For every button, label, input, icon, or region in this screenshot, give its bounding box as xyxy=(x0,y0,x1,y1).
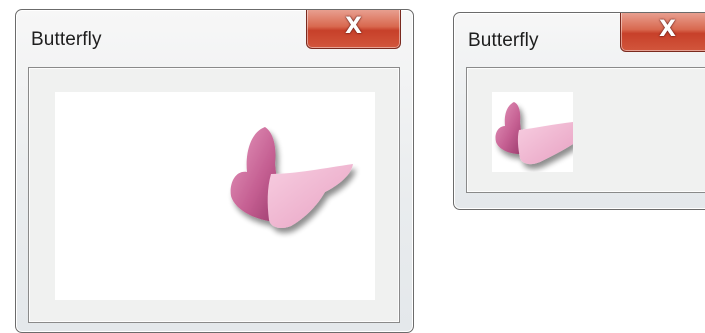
butterfly-image xyxy=(230,127,353,228)
butterfly-window-large: Butterfly X xyxy=(15,9,414,333)
image-panel xyxy=(492,92,573,172)
close-icon: X xyxy=(345,14,362,39)
close-icon: X xyxy=(659,17,676,42)
client-area xyxy=(466,67,705,193)
close-button[interactable]: X xyxy=(620,13,705,52)
butterfly-image-cropped xyxy=(495,102,573,165)
close-button[interactable]: X xyxy=(306,10,401,49)
client-area xyxy=(28,67,400,323)
image-panel xyxy=(55,92,375,300)
window-title: Butterfly xyxy=(31,29,102,50)
window-title: Butterfly xyxy=(468,30,539,51)
butterfly-window-small: Butterfly X xyxy=(453,12,705,210)
